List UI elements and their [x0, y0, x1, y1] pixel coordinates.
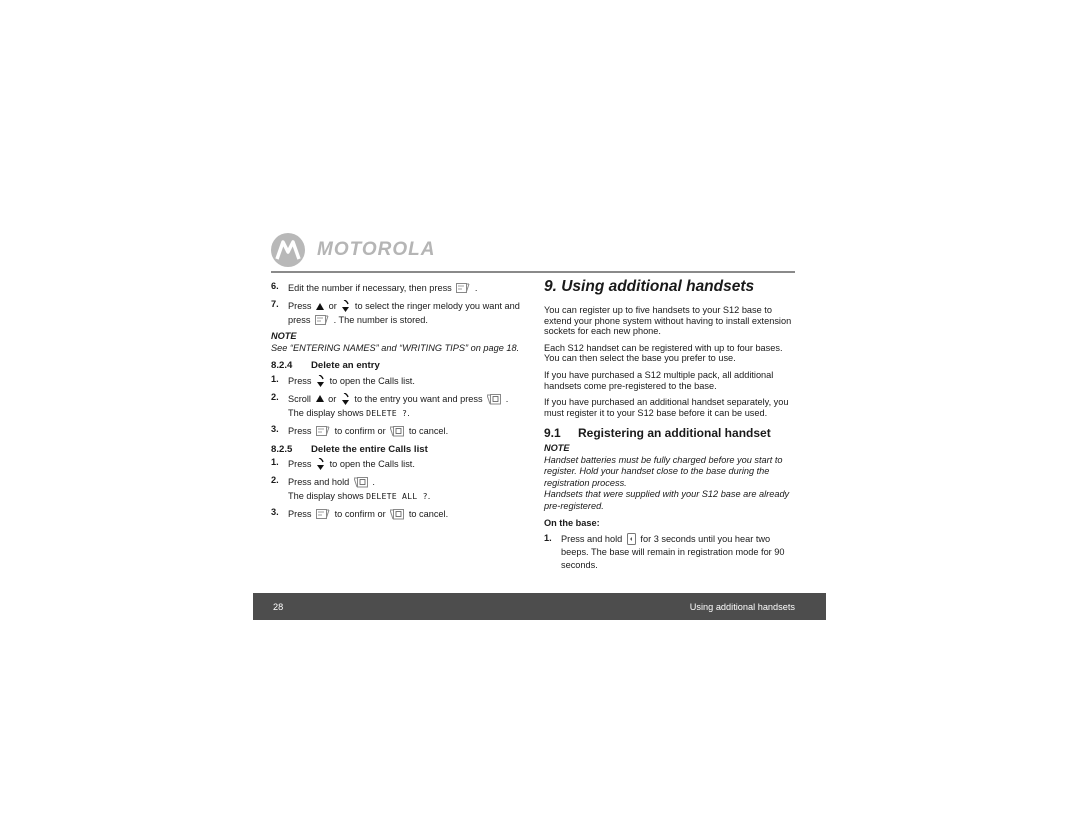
step-text: . The number is stored.	[333, 315, 428, 326]
page-footer: 28 Using additional handsets	[253, 593, 826, 620]
step-3: 3. Press to confirm or to cancel.	[271, 507, 526, 521]
delete-back-softkey-icon	[390, 425, 405, 437]
menu-ok-softkey-icon	[456, 283, 470, 294]
note-text: See “ENTERING NAMES” and “WRITING TIPS” …	[271, 342, 520, 353]
step-text: to open the Calls list.	[329, 375, 415, 386]
step-text: to cancel.	[408, 509, 449, 520]
section-heading: 8.2.4 Delete an entry	[271, 360, 526, 372]
right-column: 9. Using additional handsets You can reg…	[544, 278, 796, 576]
calls-down-arrow-icon	[341, 392, 350, 406]
step-number: 1.	[271, 457, 279, 468]
step-number: 2.	[271, 391, 279, 402]
delete-back-softkey-icon	[487, 393, 502, 405]
step-text: Press	[288, 459, 312, 470]
menu-ok-softkey-icon	[315, 315, 329, 326]
step-text: or	[328, 393, 337, 404]
step-text: Press	[288, 301, 312, 311]
calls-down-arrow-icon	[341, 300, 350, 313]
step-number: 2.	[271, 475, 279, 486]
lcd-display-text: DELETE ALL ?	[366, 491, 428, 502]
punctuation: .	[427, 491, 431, 502]
step-6: 6. Edit the number if necessary, then pr…	[271, 281, 526, 295]
step-text: to confirm or	[334, 509, 386, 520]
step-text: .	[505, 393, 509, 404]
step-number: 6.	[271, 281, 279, 291]
page-number: 28	[273, 601, 284, 612]
paragraph: You can register up to five handsets to …	[544, 305, 792, 337]
step-7: 7. Press or to select the ringer melody …	[271, 299, 526, 327]
step-text: .	[474, 283, 478, 293]
up-arrow-icon	[316, 302, 325, 311]
punctuation: .	[407, 407, 410, 418]
left-column: 6. Edit the number if necessary, then pr…	[271, 281, 526, 525]
brand-name: MOTOROLA	[317, 239, 436, 260]
menu-ok-softkey-icon	[316, 425, 330, 437]
step-text: Scroll	[288, 393, 311, 404]
paragraph: If you have purchased an additional hand…	[544, 397, 789, 418]
section-title: Delete an entry	[311, 360, 380, 372]
step-text: Press and hold	[561, 533, 623, 544]
step-text: Edit the number if necessary, then press	[288, 283, 452, 293]
display-prefix: The display shows	[288, 407, 364, 418]
step-number: 7.	[271, 299, 279, 309]
motorola-logo: MOTOROLA	[271, 232, 435, 268]
note-label: NOTE	[271, 331, 297, 342]
footer-section-title: Using additional handsets	[689, 601, 795, 612]
note-label: NOTE	[544, 443, 570, 454]
step-3: 3. Press to confirm or to cancel.	[271, 424, 526, 438]
step-text: .	[372, 477, 375, 488]
step-text: to open the Calls list.	[329, 459, 415, 470]
note-text: Handset batteries must be fully charged …	[544, 454, 783, 488]
section-heading: 9.1 Registering an additional handset	[544, 427, 796, 440]
step-text: Press and hold	[288, 477, 350, 488]
step-number: 3.	[271, 507, 279, 518]
paragraph: If you have purchased a S12 multiple pac…	[544, 369, 774, 391]
step-text: to confirm or	[334, 425, 386, 436]
calls-down-arrow-icon	[316, 458, 325, 471]
section-heading: 8.2.5 Delete the entire Calls list	[271, 444, 526, 456]
section-title: Delete the entire Calls list	[311, 443, 428, 455]
step-text: Press	[288, 509, 312, 520]
up-arrow-icon	[315, 395, 324, 403]
header-rule	[271, 271, 795, 273]
menu-ok-softkey-icon	[316, 509, 330, 520]
step-number: 1.	[544, 532, 552, 543]
step-text: Press	[288, 425, 312, 436]
on-base-label: On the base:	[544, 518, 600, 529]
step-1: 1. Press to open the Calls list.	[271, 374, 526, 388]
lcd-display-text: DELETE ?	[366, 407, 408, 418]
delete-back-softkey-icon	[353, 477, 368, 488]
step-1: 1. Press and hold for 3 seconds until yo…	[544, 533, 796, 572]
section-number: 9.1	[544, 426, 561, 441]
step-text: to cancel.	[408, 425, 449, 436]
step-2: 2. Scroll or to the entry you want and p…	[271, 392, 526, 420]
step-number: 3.	[271, 423, 279, 434]
section-number: 8.2.5	[271, 443, 293, 455]
paragraph: Each S12 handset can be registered with …	[544, 342, 783, 364]
calls-down-arrow-icon	[316, 374, 325, 388]
step-1: 1. Press to open the Calls list.	[271, 457, 526, 471]
display-prefix: The display shows	[288, 491, 364, 502]
section-title: Registering an additional handset	[578, 426, 771, 441]
section-number: 8.2.4	[271, 360, 293, 372]
chapter-title: 9. Using additional handsets	[544, 278, 755, 295]
motorola-batwing-logo-icon	[271, 233, 305, 267]
step-text: or	[328, 301, 337, 311]
base-page-button-icon	[626, 533, 636, 546]
step-2: 2. Press and hold . The display shows DE…	[271, 475, 526, 503]
note-text: Handsets that were supplied with your S1…	[544, 489, 790, 511]
step-text: to the entry you want and press	[354, 393, 483, 404]
delete-back-softkey-icon	[390, 509, 405, 520]
step-text: Press	[288, 375, 312, 386]
step-number: 1.	[271, 373, 279, 384]
